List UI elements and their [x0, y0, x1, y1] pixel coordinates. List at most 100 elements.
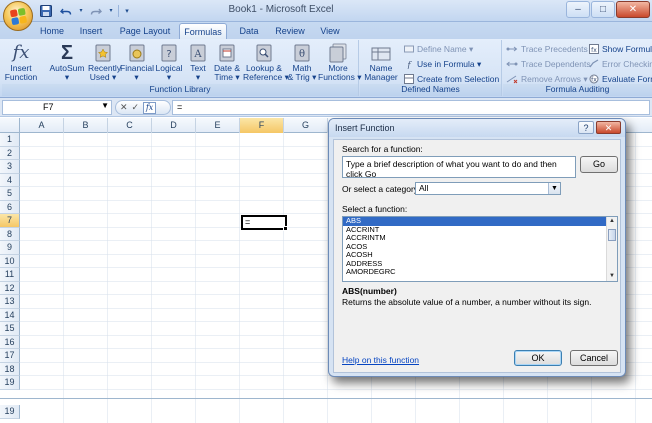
- row-header-selected[interactable]: 7: [0, 214, 20, 228]
- show-formulas-button[interactable]: fx Show Formula: [589, 42, 652, 56]
- row-header[interactable]: 15: [0, 322, 20, 336]
- row-header[interactable]: 19: [0, 376, 20, 390]
- column-header-f[interactable]: F: [240, 118, 284, 133]
- trace-precedents-button[interactable]: Trace Precedents: [506, 42, 588, 56]
- row-header[interactable]: 3: [0, 160, 20, 174]
- trace-dependents-icon: [506, 61, 518, 67]
- tab-formulas[interactable]: Formulas: [179, 23, 227, 39]
- list-item[interactable]: ABS: [343, 217, 617, 226]
- tab-page-layout[interactable]: Page Layout: [116, 23, 174, 39]
- row-header[interactable]: 10: [0, 254, 20, 268]
- scroll-thumb[interactable]: [608, 229, 616, 241]
- row-header[interactable]: 14: [0, 308, 20, 322]
- book-question-icon: ?: [161, 44, 177, 62]
- scroll-down-icon[interactable]: ▼: [607, 272, 617, 281]
- row-header[interactable]: 1: [0, 133, 20, 147]
- row-header[interactable]: 12: [0, 281, 20, 295]
- minimize-button[interactable]: –: [566, 1, 590, 18]
- error-checking-button[interactable]: Error Checkin: [589, 57, 652, 71]
- list-item[interactable]: ACCRINTM: [343, 233, 617, 243]
- insert-function-icon[interactable]: fx: [143, 101, 157, 114]
- row-header[interactable]: 16: [0, 335, 20, 349]
- name-box-dropdown-icon[interactable]: ▼: [101, 101, 109, 110]
- formula-input[interactable]: =: [172, 100, 650, 115]
- name-manager-icon: [371, 47, 391, 61]
- text-button[interactable]: A Text ▾: [185, 41, 211, 83]
- tab-view[interactable]: View: [315, 23, 345, 39]
- svg-text:fx: fx: [591, 77, 597, 84]
- name-box[interactable]: F7 ▼: [2, 100, 112, 115]
- column-header-g[interactable]: G: [284, 118, 328, 133]
- row-header[interactable]: 4: [0, 173, 20, 187]
- enter-entry-icon[interactable]: ✓: [132, 102, 140, 113]
- chevron-down-icon[interactable]: ▼: [548, 183, 560, 194]
- insert-function-button[interactable]: fx Insert Function: [4, 41, 38, 83]
- dialog-help-button[interactable]: ?: [578, 121, 594, 134]
- tab-data[interactable]: Data: [234, 23, 264, 39]
- select-all-corner[interactable]: [0, 118, 20, 133]
- function-list-scrollbar[interactable]: ▲ ▼: [606, 217, 617, 281]
- category-label: Or select a category:: [342, 184, 421, 194]
- formula-auditing-label: Formula Auditing: [503, 84, 652, 96]
- formula-buttons: ✕ ✓ fx: [115, 100, 171, 115]
- duplicate-grid-strip: 19: [0, 398, 652, 423]
- ok-button[interactable]: OK: [514, 350, 562, 366]
- more-functions-button[interactable]: More Functions ▾: [318, 41, 361, 83]
- close-button[interactable]: ✕: [616, 1, 650, 18]
- row-header[interactable]: 13: [0, 295, 20, 309]
- book-star-icon: [95, 44, 111, 62]
- cancel-button[interactable]: Cancel: [570, 350, 618, 366]
- recently-used-button[interactable]: Recently Used ▾: [88, 41, 121, 83]
- define-name-button[interactable]: Define Name ▾: [404, 42, 473, 56]
- tab-insert[interactable]: Insert: [74, 23, 108, 39]
- svg-text:θ: θ: [299, 49, 305, 60]
- row-header[interactable]: 17: [0, 349, 20, 363]
- define-name-icon: [404, 45, 414, 53]
- search-function-input[interactable]: Type a brief description of what you wan…: [342, 156, 576, 179]
- category-select[interactable]: All ▼: [415, 182, 561, 195]
- math-trig-button[interactable]: θ Math & Trig ▾: [286, 41, 318, 83]
- use-in-formula-button[interactable]: f Use in Formula ▾: [404, 57, 482, 71]
- ribbon: fx Insert Function Σ AutoSum ▾ Recently …: [0, 39, 652, 98]
- column-header-c[interactable]: C: [108, 118, 152, 133]
- row-header[interactable]: 5: [0, 187, 20, 201]
- svg-text:fx: fx: [591, 47, 597, 54]
- column-header-d[interactable]: D: [152, 118, 196, 133]
- cancel-entry-icon[interactable]: ✕: [120, 102, 128, 113]
- function-library-group: fx Insert Function Σ AutoSum ▾ Recently …: [2, 40, 361, 96]
- lookup-reference-button[interactable]: Lookup & Reference ▾: [243, 41, 289, 83]
- help-on-function-link[interactable]: Help on this function: [342, 355, 419, 365]
- autosum-button[interactable]: Σ AutoSum ▾: [47, 41, 87, 83]
- list-item[interactable]: ACOSH: [343, 250, 617, 260]
- date-time-button[interactable]: Date & Time ▾: [212, 41, 242, 83]
- function-library-label: Function Library: [2, 84, 358, 96]
- tab-review[interactable]: Review: [271, 23, 309, 39]
- row-header[interactable]: 8: [0, 227, 20, 241]
- search-label: Search for a function:: [342, 144, 423, 154]
- row-header[interactable]: 11: [0, 268, 20, 282]
- name-manager-button[interactable]: Name Manager: [363, 41, 399, 83]
- financial-button[interactable]: Financial ▾: [120, 41, 154, 83]
- row-header[interactable]: 9: [0, 241, 20, 255]
- list-item[interactable]: AMORDEGRC: [343, 267, 617, 277]
- fill-handle[interactable]: [283, 226, 288, 231]
- scroll-up-icon[interactable]: ▲: [607, 217, 617, 226]
- evaluate-formula-icon: fx: [589, 74, 599, 84]
- logical-button[interactable]: ? Logical ▾: [154, 41, 184, 83]
- list-item[interactable]: ACOS: [343, 242, 617, 252]
- dialog-close-button[interactable]: ✕: [596, 121, 621, 134]
- tab-home[interactable]: Home: [36, 23, 68, 39]
- row-header[interactable]: 2: [0, 146, 20, 160]
- office-button[interactable]: [3, 1, 33, 31]
- row-header[interactable]: 6: [0, 200, 20, 214]
- row-header[interactable]: 19: [0, 405, 20, 419]
- column-header-e[interactable]: E: [196, 118, 240, 133]
- maximize-button[interactable]: □: [591, 1, 615, 18]
- active-cell[interactable]: =: [241, 215, 288, 231]
- function-list[interactable]: ABS ACCRINT ACCRINTM ACOS ACOSH ADDRESS …: [342, 216, 618, 282]
- row-header[interactable]: 18: [0, 362, 20, 376]
- column-header-a[interactable]: A: [20, 118, 64, 133]
- column-header-b[interactable]: B: [64, 118, 108, 133]
- go-button[interactable]: Go: [580, 156, 618, 173]
- trace-dependents-button[interactable]: Trace Dependents: [506, 57, 591, 71]
